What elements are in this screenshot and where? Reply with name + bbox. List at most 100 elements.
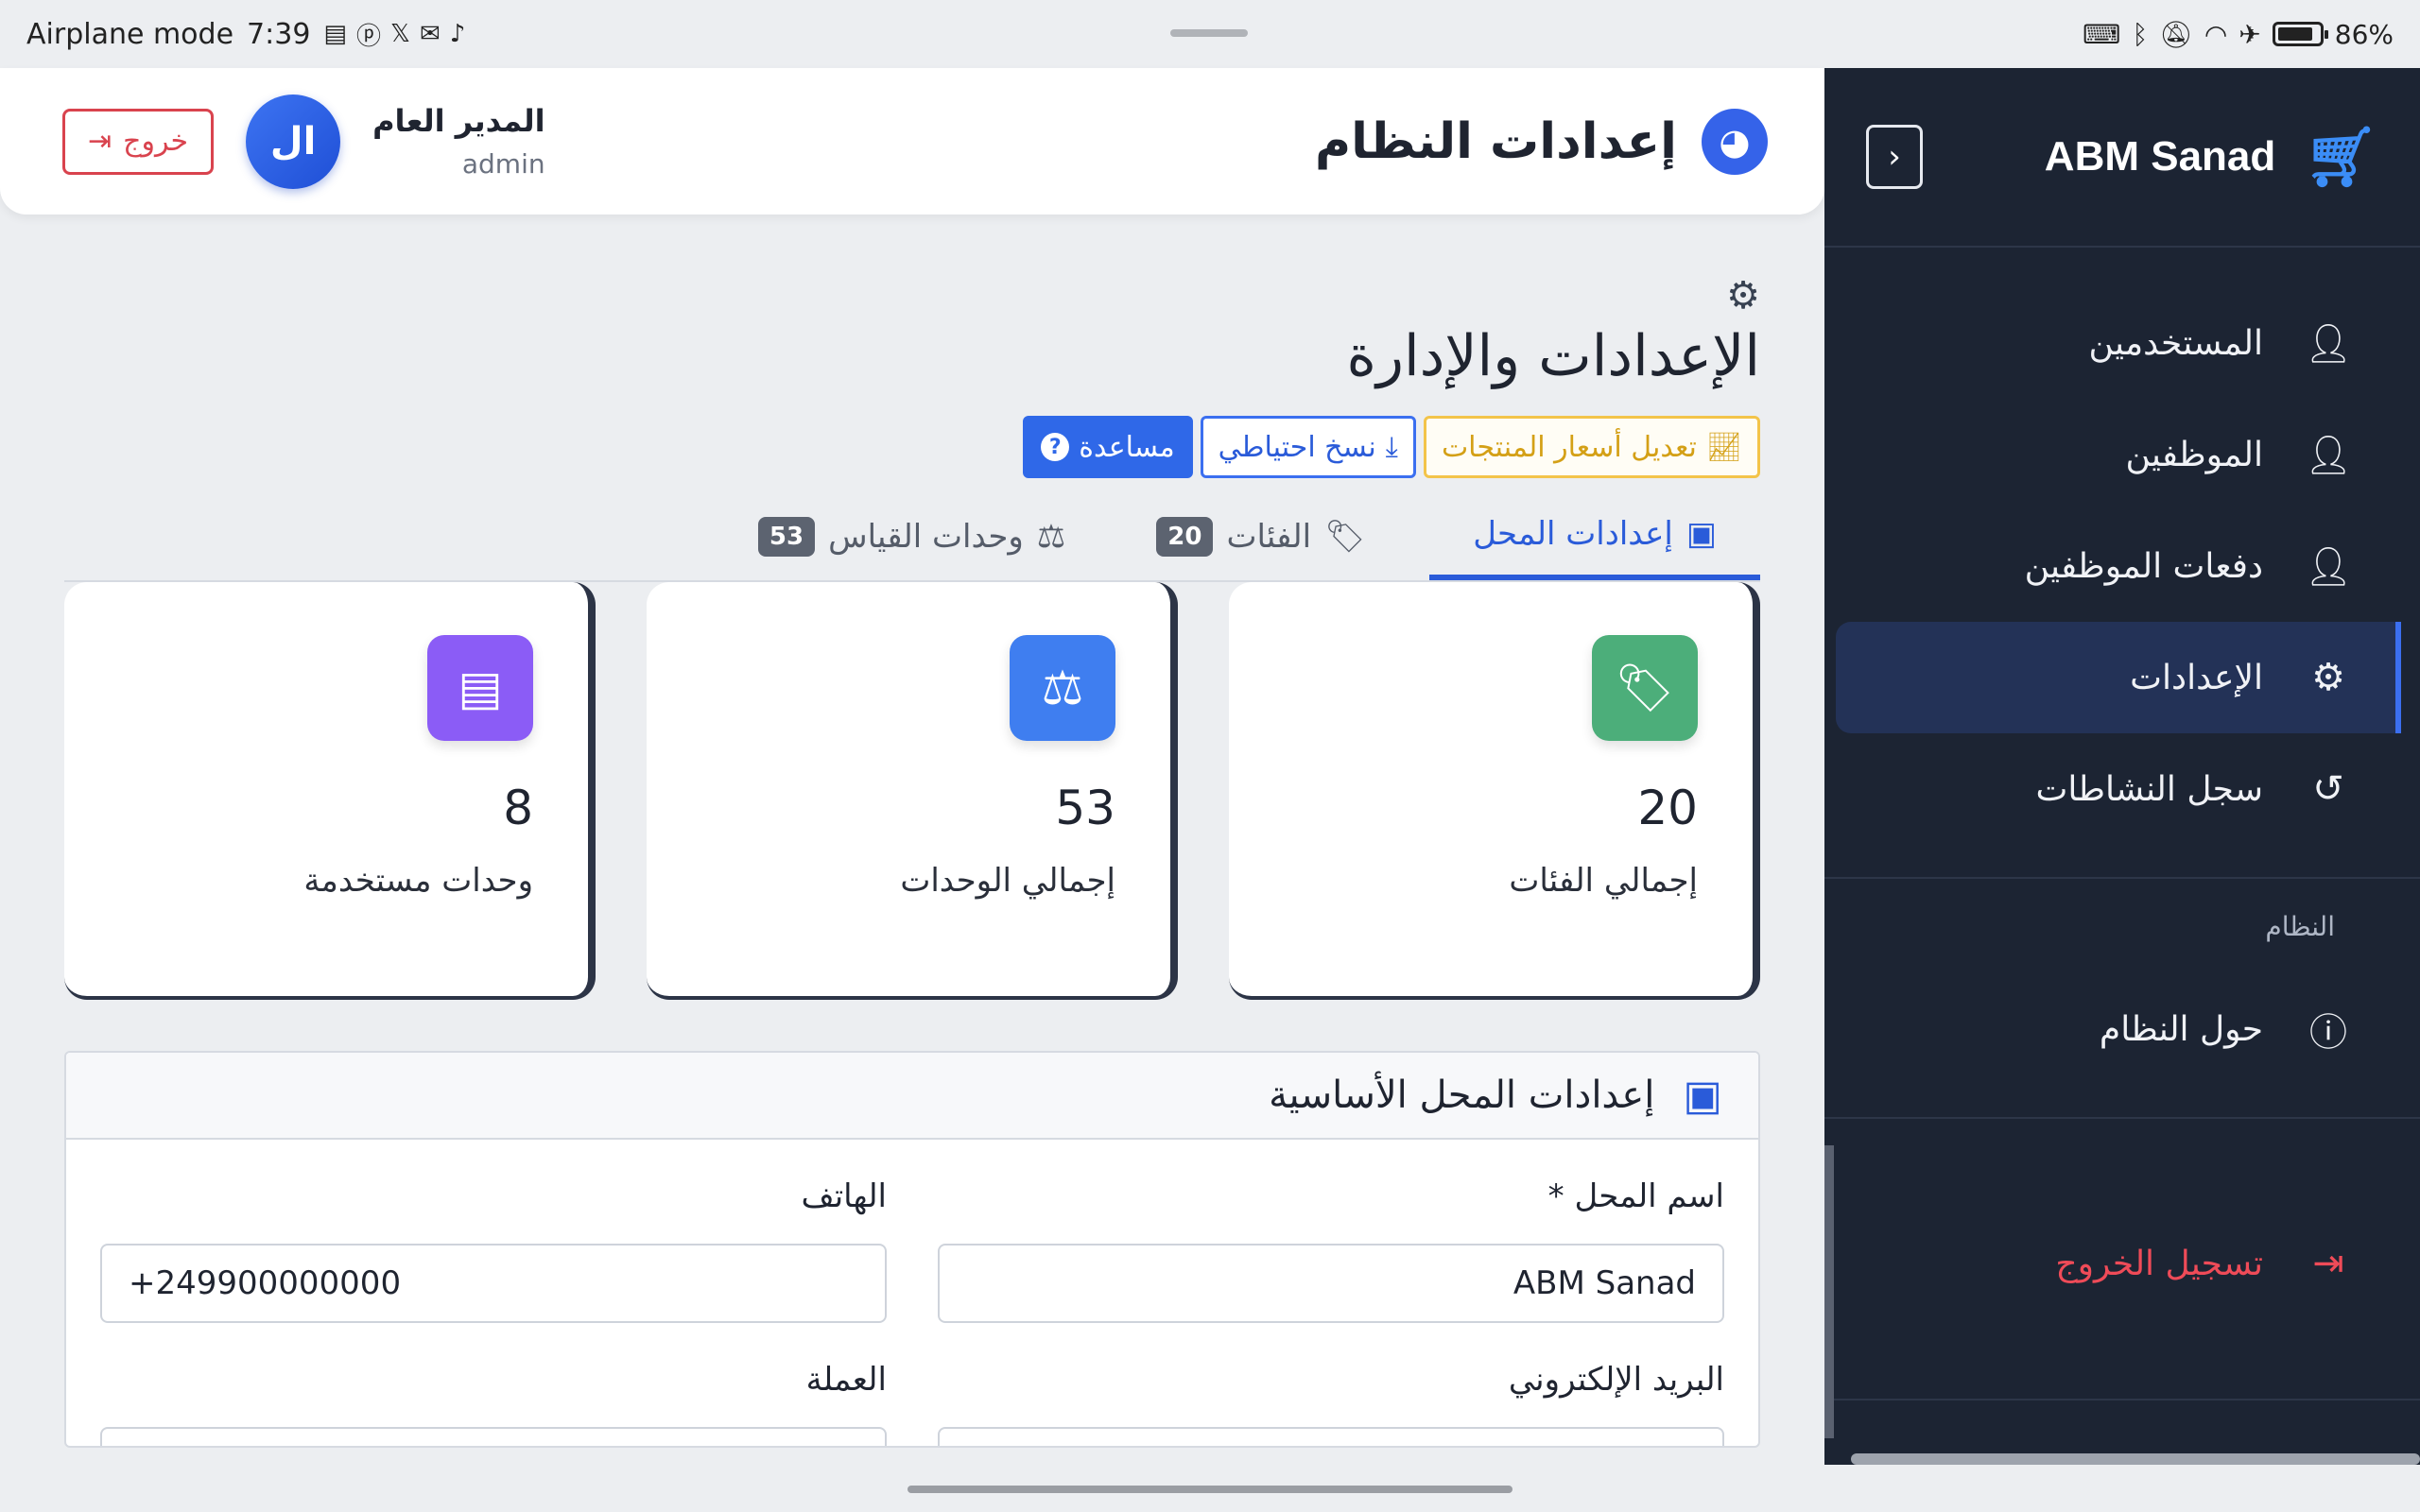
chart-line-icon: 📈︎ — [1705, 430, 1742, 464]
tab-shop-settings[interactable]: إعدادات المحل ▣ — [1429, 493, 1760, 580]
user-area: ⇥ خروج ال المدير العام admin — [62, 94, 545, 189]
airplane-icon: ✈ — [2238, 18, 2261, 50]
tiktok-icon: ♪ — [449, 20, 466, 48]
mail-icon: ✉ — [419, 20, 441, 48]
shop-settings-form: إعدادات المحل الأساسية ▣ اسم المحل * ABM… — [64, 1051, 1760, 1448]
sidebar-divider — [1824, 1117, 2420, 1119]
notification-icons: ▤ ⓟ 𝕏 ✉ ♪ — [323, 17, 465, 52]
sidebar-item-settings[interactable]: الإعدادات ⚙ — [1836, 622, 2401, 733]
sidebar-header: › ABM Sanad 🛒︎ — [1824, 68, 2420, 248]
pdf-icon: ▤ — [323, 20, 347, 48]
info-icon: ⓘ — [2309, 1011, 2347, 1055]
tab-categories[interactable]: 20 الفئات 🏷︎ — [1139, 493, 1382, 580]
users-cog-icon: 👤︎ — [2304, 433, 2353, 477]
edit-prices-button[interactable]: تعديل أسعار المنتجات 📈︎ — [1423, 416, 1760, 478]
brand[interactable]: ABM Sanad 🛒︎ — [2045, 123, 2378, 192]
cogs-icon: ⚙ — [2311, 656, 2345, 699]
keyboard-icon: ⌨ — [2083, 18, 2121, 50]
sidebar-item-label: سجل النشاطات — [2035, 769, 2263, 809]
stat-card-used-units: ▤ 8 وحدات مستخدمة — [64, 582, 596, 1000]
help-button[interactable]: ? مساعدة — [1023, 416, 1193, 478]
store-icon: ▣ — [1685, 515, 1717, 553]
sidebar: › ABM Sanad 🛒︎ المستخدمين 👤︎ الموظفين 👤︎… — [1824, 68, 2420, 1465]
palette-icon: ◕ — [1702, 108, 1768, 175]
tab-units-label: وحدات القياس — [828, 518, 1024, 556]
bluetooth-icon: ᛒ — [2132, 18, 2149, 50]
units-count-badge: 53 — [757, 517, 816, 557]
stat-label: إجمالي الفئات — [1509, 862, 1698, 900]
phone-field: الهاتف +249900000000 — [100, 1177, 887, 1323]
sidebar-nav: المستخدمين 👤︎ الموظفين 👤︎ دفعات الموظفين… — [1824, 248, 2420, 1400]
tags-icon: 🏷︎ — [1324, 518, 1366, 556]
sign-out-icon: ⇥ — [88, 125, 112, 158]
currency-field: العملة — [100, 1361, 887, 1446]
window-handle[interactable] — [1170, 29, 1248, 37]
tags-icon: 🏷︎ — [1592, 635, 1698, 741]
avatar[interactable]: ال — [246, 94, 341, 189]
wifi-icon: ◠ — [2204, 18, 2228, 50]
page-title: الإعدادات والإدارة — [1346, 323, 1760, 389]
user-name: المدير العام — [372, 103, 545, 139]
battery-percent: 86% — [2334, 18, 2394, 50]
store-icon: ▣ — [1683, 1071, 1722, 1120]
users-cog-icon: 👤︎ — [2304, 321, 2353, 366]
help-label: مساعدة — [1079, 430, 1175, 464]
x-icon: 𝕏 — [390, 20, 410, 48]
sidebar-item-employee-payments[interactable]: دفعات الموظفين 👤︎ — [1824, 510, 2420, 622]
header-logout-button[interactable]: ⇥ خروج — [62, 108, 215, 175]
sidebar-item-about[interactable]: حول النظام ⓘ — [1824, 973, 2420, 1085]
email-input[interactable] — [938, 1427, 1724, 1446]
email-field: البريد الإلكتروني — [938, 1361, 1724, 1446]
cogs-icon: ⚙ — [1726, 274, 1760, 318]
balance-scale-icon: ⚖ — [1010, 635, 1115, 741]
navigation-bar — [0, 1465, 2420, 1512]
sidebar-item-label: دفعات الموظفين — [2024, 546, 2263, 586]
backup-button[interactable]: نسخ احتياطي ⤓ — [1200, 416, 1416, 478]
user-info: المدير العام admin — [372, 103, 545, 180]
edit-prices-label: تعديل أسعار المنتجات — [1441, 430, 1697, 464]
top-header: ⇥ خروج ال المدير العام admin إعدادات الن… — [0, 68, 1824, 215]
download-icon: ⤓ — [1385, 430, 1398, 464]
users-cog-icon: 👤︎ — [2304, 544, 2353, 589]
sidebar-item-label: حول النظام — [2099, 1009, 2263, 1049]
tab-units[interactable]: 53 وحدات القياس ⚖ — [741, 493, 1082, 580]
main-content: ⚙ الإعدادات والإدارة ? مساعدة نسخ احتياط… — [64, 274, 1760, 1448]
sidebar-toggle-button[interactable]: › — [1866, 125, 1923, 189]
stats-cards: ▤ 8 وحدات مستخدمة ⚖ 53 إجمالي الوحدات 🏷︎… — [64, 582, 1760, 1000]
currency-input[interactable] — [100, 1427, 887, 1446]
shop-name-field: اسم المحل * ABM Sanad — [938, 1177, 1724, 1323]
backup-label: نسخ احتياطي — [1218, 430, 1376, 464]
box-icon: ▤ — [427, 635, 533, 741]
sign-out-icon: ⇥ — [2312, 1242, 2344, 1285]
tab-categories-label: الفئات — [1226, 518, 1312, 556]
status-right: ⌨ ᛒ 🔕︎ ◠ ✈ 86% — [2083, 19, 2394, 50]
action-buttons: ? مساعدة نسخ احتياطي ⤓ تعديل أسعار المنت… — [64, 416, 1760, 478]
cart-icon: 🛒︎ — [2304, 124, 2378, 190]
horizontal-scrollbar[interactable] — [1851, 1453, 2420, 1465]
sidebar-item-label: الموظفين — [2125, 435, 2263, 474]
sidebar-section-system: النظام — [2265, 910, 2335, 942]
gesture-handle[interactable] — [908, 1486, 1512, 1493]
settings-tabs: 53 وحدات القياس ⚖ 20 الفئات 🏷︎ إعدادات ا… — [64, 493, 1760, 582]
sidebar-item-users[interactable]: المستخدمين 👤︎ — [1824, 287, 2420, 399]
stat-label: إجمالي الوحدات — [900, 862, 1115, 900]
phone-input[interactable]: +249900000000 — [100, 1244, 887, 1323]
sidebar-item-activity-log[interactable]: سجل النشاطات ↺ — [1824, 733, 2420, 845]
shop-name-input[interactable]: ABM Sanad — [938, 1244, 1724, 1323]
shop-name-label: اسم المحل * — [1547, 1177, 1724, 1215]
brand-name: ABM Sanad — [2044, 133, 2276, 180]
sidebar-item-employees[interactable]: الموظفين 👤︎ — [1824, 399, 2420, 510]
balance-scale-icon: ⚖ — [1036, 518, 1066, 556]
sidebar-divider — [1824, 1399, 2420, 1400]
pinterest-icon: ⓟ — [356, 22, 382, 51]
chevron-right-icon: › — [1888, 138, 1901, 176]
sidebar-scrollbar[interactable] — [1824, 1145, 1834, 1438]
currency-label: العملة — [805, 1361, 887, 1399]
header-title-text: إعدادات النظام — [1315, 112, 1677, 170]
question-icon: ? — [1041, 433, 1070, 461]
email-label: البريد الإلكتروني — [1508, 1361, 1724, 1399]
sidebar-item-logout[interactable]: تسجيل الخروج ⇥ — [1824, 1208, 2420, 1319]
stat-card-categories: 🏷︎ 20 إجمالي الفئات — [1229, 582, 1760, 1000]
stat-card-total-units: ⚖ 53 إجمالي الوحدات — [647, 582, 1178, 1000]
battery-icon — [2272, 22, 2328, 46]
